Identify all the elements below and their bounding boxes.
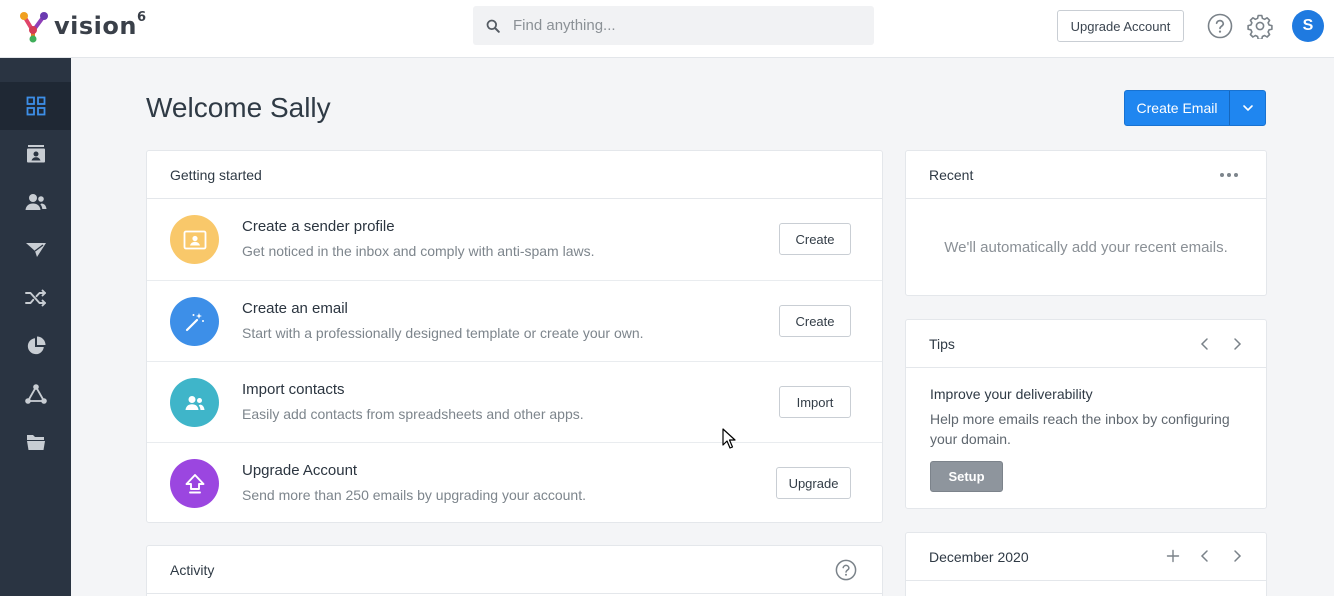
help-icon[interactable]	[1207, 13, 1233, 39]
chevron-down-icon	[1242, 105, 1253, 112]
upgrade-account-button[interactable]: Upgrade Account	[1057, 10, 1184, 42]
getting-started-row: Create a sender profile Get noticed in t…	[147, 199, 882, 280]
sidebar-item-automation[interactable]	[0, 274, 71, 322]
gear-icon[interactable]	[1247, 13, 1273, 41]
sidebar-item-integrations[interactable]	[0, 370, 71, 418]
sidebar	[0, 58, 71, 596]
magic-wand-icon	[170, 297, 219, 346]
dashboard-grid-icon	[26, 96, 45, 116]
setup-button[interactable]: Setup	[930, 461, 1003, 492]
create-email-split-button: Create Email	[1124, 90, 1266, 126]
paper-plane-icon	[25, 243, 46, 257]
sidebar-item-dashboard[interactable]	[0, 82, 71, 130]
id-card-icon	[170, 215, 219, 264]
create-email-dropdown-toggle[interactable]	[1230, 91, 1265, 125]
sidebar-item-files[interactable]	[0, 418, 71, 466]
recent-header: Recent	[906, 151, 1266, 199]
activity-title: Activity	[170, 561, 215, 578]
row-description: Get noticed in the inbox and comply with…	[242, 243, 595, 259]
mouse-cursor-icon	[722, 428, 736, 454]
create-email-row-button[interactable]: Create	[779, 305, 851, 337]
sidebar-item-contacts[interactable]	[0, 130, 71, 178]
row-title: Create a sender profile	[242, 218, 395, 235]
row-title: Import contacts	[242, 381, 345, 398]
recent-empty-message: We'll automatically add your recent emai…	[944, 239, 1228, 256]
calendar-month-title: December 2020	[929, 548, 1029, 565]
create-sender-profile-button[interactable]: Create	[779, 223, 851, 255]
getting-started-row: Create an email Start with a professiona…	[147, 280, 882, 361]
getting-started-card: Getting started Create a sender profile …	[146, 150, 883, 523]
row-title: Create an email	[242, 300, 348, 317]
chevron-right-icon[interactable]	[1230, 549, 1244, 566]
getting-started-row: Import contacts Easily add contacts from…	[147, 361, 882, 442]
shuffle-icon	[24, 289, 46, 307]
contact-card-icon	[26, 145, 45, 163]
contacts-icon	[170, 378, 219, 427]
vision6-logo[interactable]: vision 6	[18, 9, 146, 43]
folder-icon	[26, 435, 45, 450]
tip-heading: Improve your deliverability	[930, 386, 1093, 402]
search-input[interactable]	[513, 17, 843, 34]
network-icon	[24, 384, 47, 404]
global-search[interactable]	[473, 6, 874, 45]
row-description: Send more than 250 emails by upgrading y…	[242, 487, 586, 503]
tips-navigation	[1198, 337, 1244, 354]
calendar-header: December 2020	[906, 533, 1266, 581]
users-icon	[25, 194, 46, 210]
tips-title: Tips	[929, 335, 955, 352]
plus-icon[interactable]	[1166, 549, 1180, 566]
calendar-card: December 2020	[905, 532, 1267, 596]
row-title: Upgrade Account	[242, 462, 358, 479]
tip-body: Help more emails reach the inbox by conf…	[930, 411, 1230, 447]
create-email-button[interactable]: Create Email	[1125, 91, 1230, 125]
calendar-navigation	[1166, 549, 1244, 566]
tips-header: Tips	[906, 320, 1266, 368]
getting-started-title: Getting started	[147, 151, 882, 199]
sidebar-item-reports[interactable]	[0, 322, 71, 370]
row-description: Start with a professionally designed tem…	[242, 325, 644, 341]
activity-card: Activity	[146, 545, 883, 596]
chevron-left-icon[interactable]	[1198, 549, 1212, 566]
recent-card: Recent We'll automatically add your rece…	[905, 150, 1267, 296]
tips-card: Tips Improve your deliverability Help mo…	[905, 319, 1267, 509]
import-contacts-button[interactable]: Import	[779, 386, 851, 418]
logo-mark-icon	[20, 12, 48, 43]
chevron-right-icon[interactable]	[1230, 337, 1244, 354]
recent-title: Recent	[929, 166, 974, 183]
help-icon[interactable]	[835, 559, 857, 584]
sidebar-item-campaigns[interactable]	[0, 226, 71, 274]
user-avatar[interactable]: S	[1292, 10, 1324, 42]
page-title: Welcome Sally	[146, 92, 331, 123]
upload-arrow-icon	[170, 459, 219, 508]
row-description: Easily add contacts from spreadsheets an…	[242, 406, 584, 422]
more-options-icon[interactable]	[1220, 173, 1238, 177]
chevron-left-icon[interactable]	[1198, 337, 1212, 354]
logo-text: vision	[54, 12, 137, 40]
activity-header: Activity	[147, 546, 882, 594]
pie-chart-icon	[27, 336, 45, 355]
getting-started-row: Upgrade Account Send more than 250 email…	[147, 442, 882, 523]
search-icon	[486, 19, 500, 33]
upgrade-row-button[interactable]: Upgrade	[776, 467, 851, 499]
sidebar-item-users[interactable]	[0, 178, 71, 226]
logo-superscript: 6	[136, 10, 147, 25]
top-bar: vision 6 Upgrade Account S	[0, 0, 1334, 58]
